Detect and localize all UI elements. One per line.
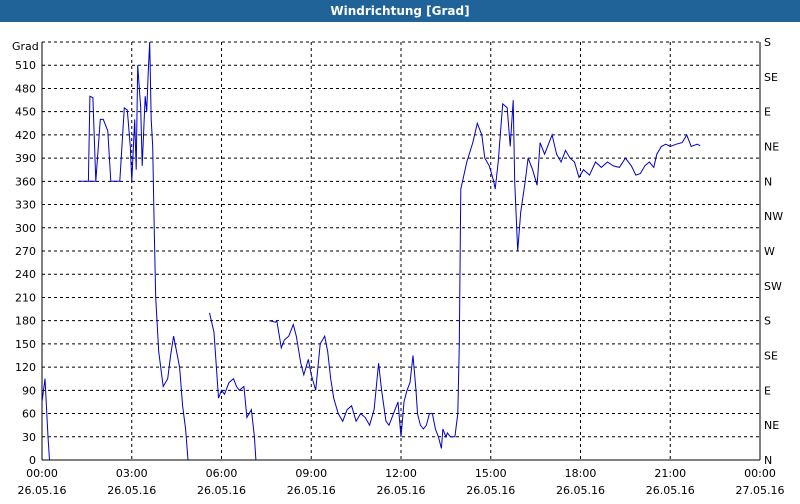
y2-tick-label: S	[764, 315, 771, 328]
x-tick-time: 00:00	[744, 467, 776, 480]
y-tick-label: 30	[22, 431, 36, 444]
x-tick-date: 26.05.16	[107, 484, 156, 497]
y-tick-labels: 0 30 60 90 120 150 180 210 240 270 300 330 360 390 420…	[15, 59, 36, 467]
x-tick-date: 27.05.16	[736, 484, 785, 497]
x-tick-time: 18:00	[565, 467, 597, 480]
x-tick-time: 03:00	[116, 467, 148, 480]
y-tick-label: 480	[15, 82, 36, 95]
chart-window: Windrichtung [Grad] Grad 0 30 60 90 120 150 18…	[0, 0, 800, 500]
grid	[42, 41, 760, 460]
y-tick-label: 450	[15, 106, 36, 119]
x-tick-time: 00:00	[26, 467, 58, 480]
x-tick-time: 09:00	[295, 467, 327, 480]
y2-tick-label: NE	[764, 141, 779, 154]
series-line	[209, 312, 257, 461]
y2-tick-label: NW	[764, 210, 783, 223]
x-tick-time: 12:00	[385, 467, 417, 480]
x-tick-time: 21:00	[654, 467, 686, 480]
x-tick-date: 26.05.16	[466, 484, 515, 497]
x-tick-date: 26.05.16	[287, 484, 336, 497]
y2-tick-label: SW	[764, 280, 782, 293]
y-tick-label: 120	[15, 361, 36, 374]
x-tick-time: 06:00	[206, 467, 238, 480]
y-tick-label: 270	[15, 245, 36, 258]
y-tick-label: 210	[15, 291, 36, 304]
y2-tick-label: E	[764, 106, 771, 119]
y2-tick-label: SE	[764, 350, 778, 363]
x-tick-date: 26.05.16	[377, 484, 426, 497]
y-tick-label: 0	[29, 454, 36, 467]
y-tick-label: 510	[15, 59, 36, 72]
x-tick-time: 15:00	[475, 467, 507, 480]
window-title: Windrichtung [Grad]	[0, 0, 800, 22]
chart-area: Grad 0 30 60 90 120 150 180 210 240 270 300 330 360 3…	[0, 22, 800, 500]
y2-tick-label: S	[764, 36, 771, 49]
y2-tick-label: W	[764, 245, 775, 258]
y2-tick-label: SE	[764, 71, 778, 84]
series-line	[41, 378, 50, 461]
y2-tick-label: N	[764, 175, 772, 188]
y2-tick-label: N	[764, 454, 772, 467]
y-tick-label: 330	[15, 199, 36, 212]
y-tick-label: 150	[15, 338, 36, 351]
y-tick-label: 360	[15, 175, 36, 188]
y-tick-label: 180	[15, 315, 36, 328]
series-line	[269, 100, 701, 449]
y-tick-label: 420	[15, 129, 36, 142]
x-tick-date: 26.05.16	[197, 484, 246, 497]
y2-tick-label: E	[764, 384, 771, 397]
x-tick-date: 26.05.16	[18, 484, 67, 497]
x-tick-labels: 00:00 26.05.16 03:00 26.05.16 06:00 26.05.16 0…	[18, 467, 785, 497]
y-tick-label: 90	[22, 384, 36, 397]
y2-tick-labels: N NE E SE S SW W NW N NE E SE S	[764, 36, 783, 467]
y-tick-label: 300	[15, 222, 36, 235]
line-chart: Grad 0 30 60 90 120 150 180 210 240 270 300 330 360 3…	[12, 36, 785, 497]
y-tick-label: 60	[22, 408, 36, 421]
y-axis-label: Grad	[12, 40, 39, 53]
y-tick-label: 390	[15, 152, 36, 165]
x-tick-date: 26.05.16	[646, 484, 695, 497]
x-tick-date: 26.05.16	[556, 484, 605, 497]
y2-tick-label: NE	[764, 419, 779, 432]
y-tick-label: 240	[15, 268, 36, 281]
